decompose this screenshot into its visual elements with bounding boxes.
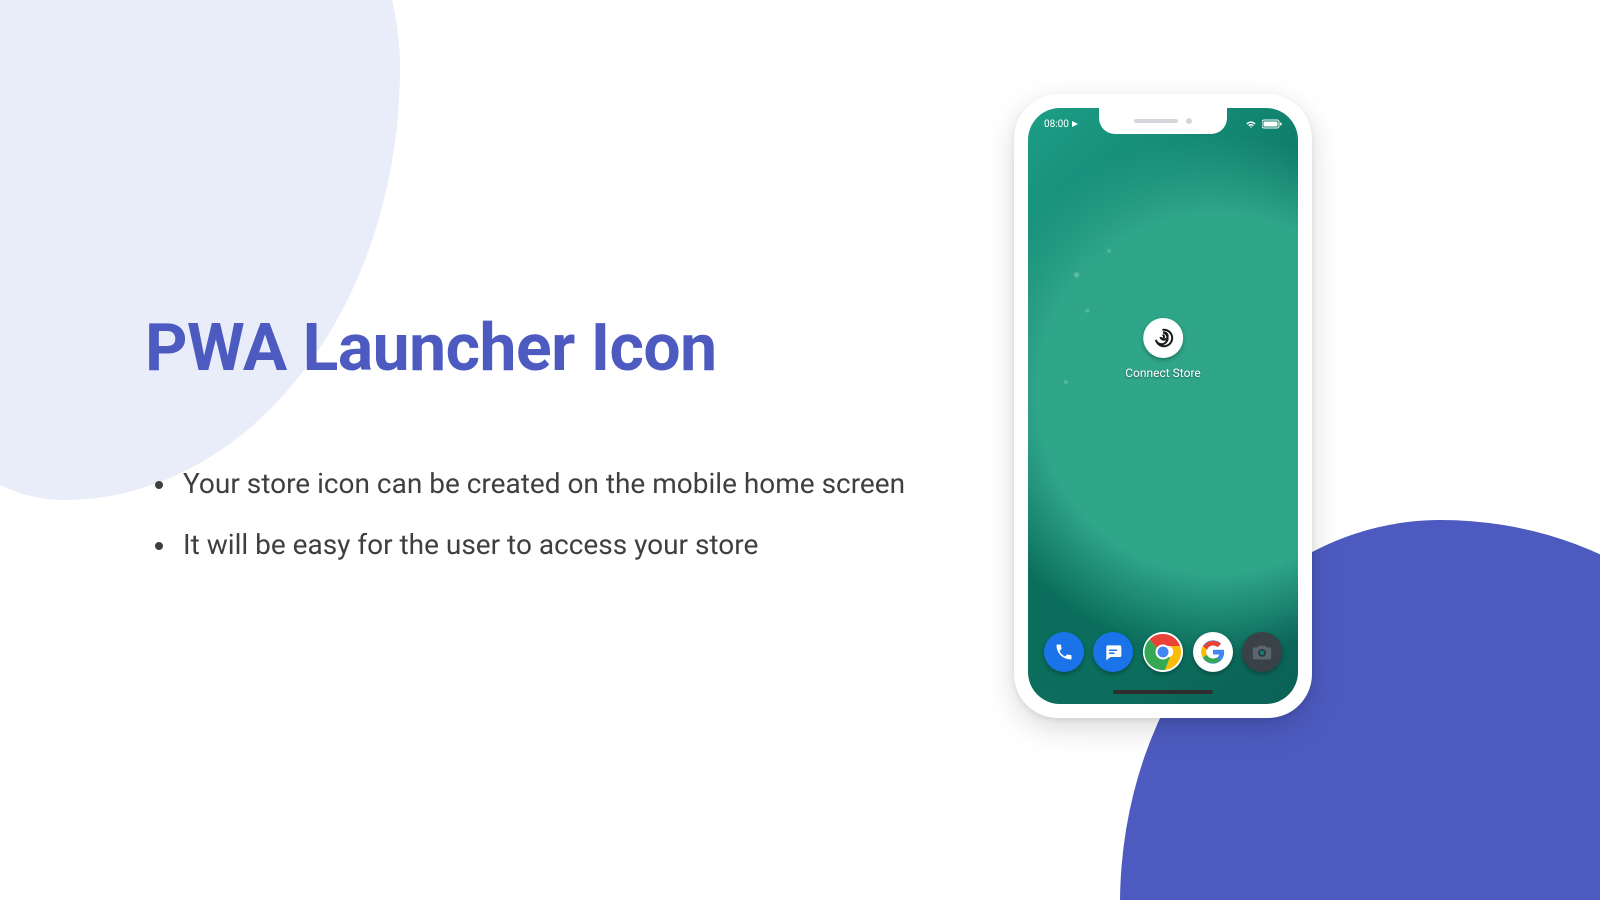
google-g-icon <box>1200 639 1226 665</box>
status-left: 08:00 <box>1044 119 1078 130</box>
status-right <box>1245 119 1282 129</box>
phone-notch <box>1099 108 1227 134</box>
text-content: PWA Launcher Icon Your store icon can be… <box>145 310 905 589</box>
page-title: PWA Launcher Icon <box>145 310 905 387</box>
speaker-icon <box>1134 119 1178 123</box>
phone-app-icon[interactable] <box>1044 632 1084 672</box>
spiral-icon <box>1152 327 1174 349</box>
bullet-item: It will be easy for the user to access y… <box>155 528 905 561</box>
connect-store-icon <box>1143 318 1183 358</box>
phone-icon <box>1054 642 1074 662</box>
camera-app-icon[interactable] <box>1242 632 1282 672</box>
caret-icon <box>1072 121 1078 127</box>
home-indicator <box>1113 690 1213 694</box>
phone-screen: 08:00 Connect Store <box>1028 108 1298 704</box>
google-app-icon[interactable] <box>1193 632 1233 672</box>
dock <box>1028 632 1298 672</box>
battery-icon <box>1262 119 1282 129</box>
chrome-app-icon[interactable] <box>1143 632 1183 672</box>
phone-mockup: 08:00 Connect Store <box>1014 94 1312 718</box>
status-time: 08:00 <box>1044 119 1069 130</box>
chrome-icon <box>1143 632 1183 672</box>
pwa-app-label: Connect Store <box>1125 366 1201 380</box>
front-camera-icon <box>1186 118 1192 124</box>
bullet-list: Your store icon can be created on the mo… <box>145 467 905 561</box>
wifi-icon <box>1245 119 1257 129</box>
messages-icon <box>1103 642 1123 662</box>
camera-icon <box>1251 641 1273 663</box>
bullet-item: Your store icon can be created on the mo… <box>155 467 905 500</box>
pwa-launcher-app[interactable]: Connect Store <box>1125 318 1201 380</box>
messages-app-icon[interactable] <box>1093 632 1133 672</box>
